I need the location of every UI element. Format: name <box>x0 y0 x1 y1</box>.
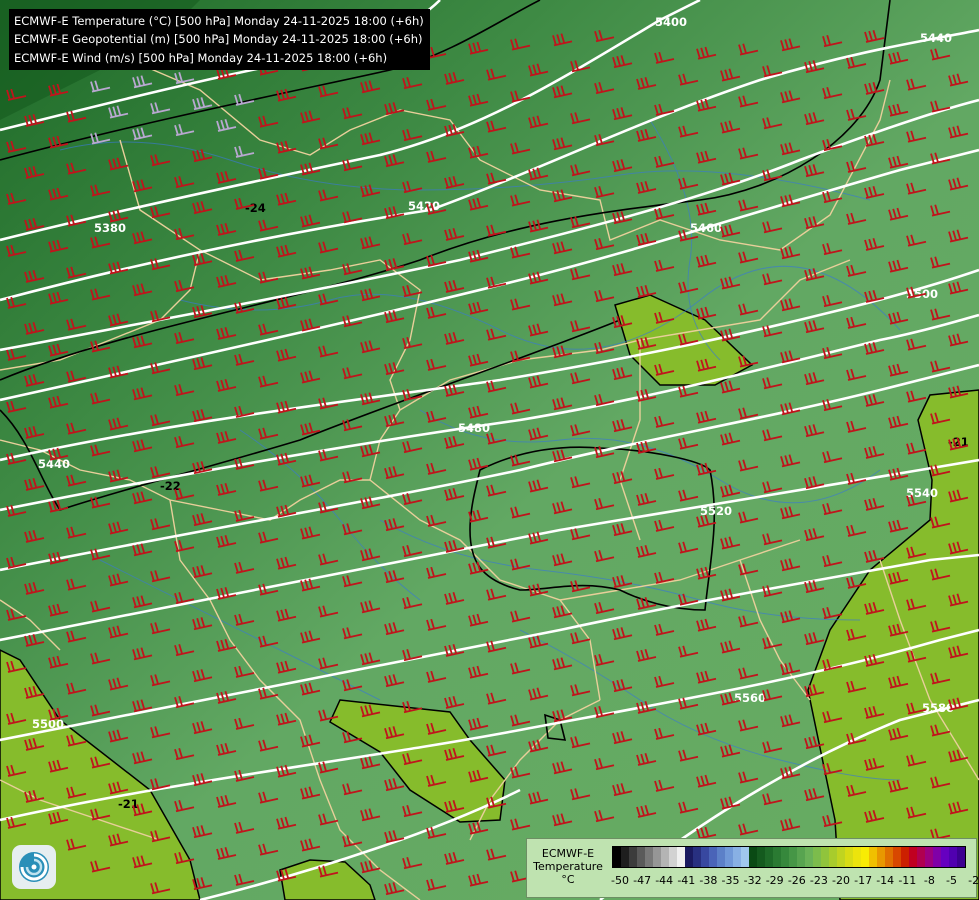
colorbar-title: ECMWF-E Temperature °C <box>533 847 603 886</box>
colorbar-swatch <box>621 847 629 867</box>
colorbar-swatch <box>653 847 661 867</box>
colorbar-swatch <box>693 847 701 867</box>
geopotential-label: 5440 <box>920 31 952 45</box>
title-wind: ECMWF-E Wind (m/s) [500 hPa] Monday 24-1… <box>14 50 388 65</box>
colorbar-tick-label: -35 <box>721 874 740 887</box>
geopotential-label: 5480 <box>458 421 490 435</box>
colorbar-swatch <box>885 847 893 867</box>
temperature-label: -22 <box>160 479 181 493</box>
colorbar-swatch <box>645 847 653 867</box>
colorbar-swatch <box>845 847 853 867</box>
colorbar-swatch <box>877 847 885 867</box>
colorbar-tick-label: -29 <box>765 874 784 887</box>
geopotential-label: 5540 <box>906 486 938 500</box>
colorbar-swatch <box>741 847 749 867</box>
colorbar-swatch <box>781 847 789 867</box>
geopotential-label: 5380 <box>94 221 126 235</box>
colorbar-swatch <box>861 847 869 867</box>
colorbar-tick-label: -2 <box>968 874 979 887</box>
colorbar-swatch <box>917 847 925 867</box>
colorbar-tick-label: -38 <box>699 874 718 887</box>
colorbar-swatch <box>677 847 685 867</box>
colorbar-tick-label: -17 <box>854 874 873 887</box>
colorbar-swatch <box>901 847 909 867</box>
colorbar-swatch <box>733 847 741 867</box>
colorbar-tick-label: -44 <box>655 874 674 887</box>
colorbar-swatch <box>749 847 757 867</box>
colorbar-swatch <box>837 847 845 867</box>
geopotential-label: 5460 <box>690 221 722 235</box>
temperature-label: -24 <box>245 201 266 215</box>
colorbar-tick-label: -26 <box>787 874 806 887</box>
ecmwf-logo <box>12 845 56 889</box>
colorbar-swatch <box>669 847 677 867</box>
colorbar-swatch <box>789 847 797 867</box>
colorbar-swatch <box>757 847 765 867</box>
temperature-label: -21 <box>118 797 139 811</box>
colorbar-swatch <box>797 847 805 867</box>
colorbar-swatch <box>829 847 837 867</box>
colorbar-tick-label: -32 <box>743 874 762 887</box>
colorbar-tick-label: -11 <box>898 874 917 887</box>
geopotential-label: 5500 <box>32 717 64 731</box>
colorbar-tick-label: -14 <box>876 874 895 887</box>
colorbar-swatch <box>933 847 941 867</box>
colorbar-swatch <box>685 847 693 867</box>
map-title-box: ECMWF-E Temperature (°C) [500 hPa] Monda… <box>9 9 430 70</box>
geopotential-label: 5400 <box>655 15 687 29</box>
colorbar-swatch <box>909 847 917 867</box>
title-geopotential: ECMWF-E Geopotential (m) [500 hPa] Monda… <box>14 32 423 47</box>
colorbar-swatches <box>612 846 966 868</box>
colorbar-swatch <box>661 847 669 867</box>
colorbar-swatch <box>949 847 957 867</box>
geopotential-label: 5420 <box>408 199 440 213</box>
geopotential-label: 5560 <box>734 691 766 705</box>
colorbar-swatch <box>765 847 773 867</box>
colorbar-tick-label: -8 <box>923 874 935 887</box>
colorbar-swatch <box>709 847 717 867</box>
colorbar-swatch <box>717 847 725 867</box>
colorbar-swatch <box>701 847 709 867</box>
colorbar-swatch <box>869 847 877 867</box>
colorbar-ticks: -50 -47 -44 -41 -38 -35 -32 -29 -26 -23 -20 -17 -14-… <box>611 874 979 888</box>
weather-map: 5380 5420 5400 5440 5460 5480 5500 5500 … <box>0 0 979 900</box>
colorbar-tick-label: -23 <box>809 874 828 887</box>
colorbar-swatch <box>637 847 645 867</box>
colorbar-swatch <box>957 847 965 867</box>
ecmwf-swirl-icon <box>19 852 49 882</box>
temperature-colorbar: ECMWF-E Temperature °C -50 -47 -44 -41 -38 -3… <box>526 838 979 898</box>
colorbar-swatch <box>813 847 821 867</box>
colorbar-swatch <box>725 847 733 867</box>
colorbar-swatch <box>629 847 637 867</box>
colorbar-tick-label: -41 <box>677 874 696 887</box>
colorbar-tick-label: -5 <box>946 874 957 887</box>
colorbar-swatch <box>613 847 621 867</box>
colorbar-tick-label: -50 <box>611 874 629 887</box>
colorbar-swatch <box>773 847 781 867</box>
colorbar-tick-label: -20 <box>832 874 850 887</box>
title-temperature: ECMWF-E Temperature (°C) [500 hPa] Monda… <box>14 14 424 28</box>
colorbar-swatch <box>925 847 933 867</box>
colorbar-tick-label: -47 <box>633 874 652 887</box>
colorbar-swatch <box>805 847 813 867</box>
colorbar-swatch <box>853 847 861 867</box>
colorbar-swatch <box>893 847 901 867</box>
colorbar-swatch <box>821 847 829 867</box>
colorbar-swatch <box>941 847 949 867</box>
